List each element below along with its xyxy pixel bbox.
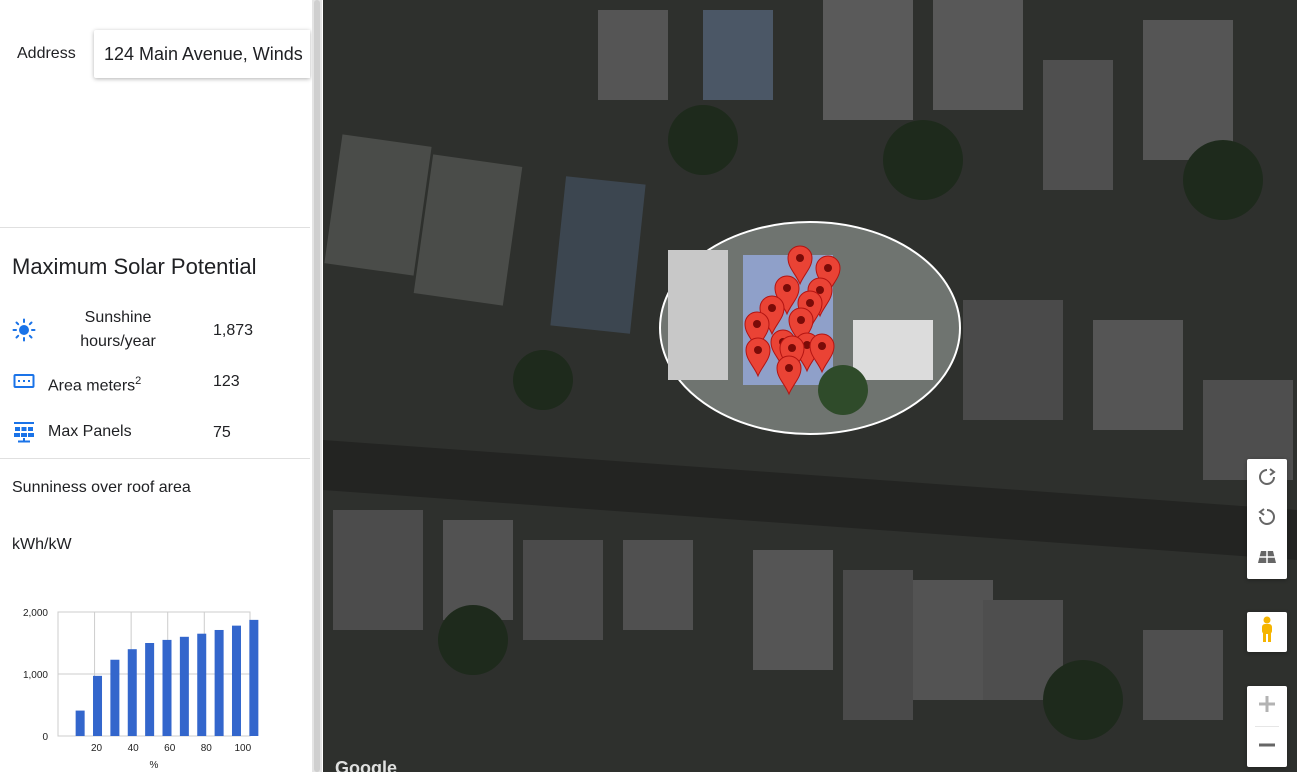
chart-bar [179,636,189,736]
chart-bar [249,619,259,736]
area-label-superscript: 2 [135,375,142,387]
pegman-icon [1259,616,1275,649]
chart-bar [75,710,85,736]
sunniness-title: Sunniness over roof area [12,479,191,496]
resize-grip[interactable] [314,0,320,772]
x-tick-label: 80 [201,743,213,754]
y-tick-label: 1,000 [23,670,48,681]
chart-bar [231,625,241,736]
zoom-in-icon [1258,695,1276,718]
area-label-text: Area meters [48,377,136,395]
rotate-counterclockwise-icon [1258,507,1276,531]
divider [0,227,310,228]
max-panels-value: 75 [213,424,231,441]
sun-icon [12,318,36,342]
zoom-controls [1247,686,1287,767]
rotate-clockwise-button[interactable] [1247,459,1287,499]
address-input[interactable]: 124 Main Avenue, Winds [94,30,310,78]
divider [0,458,310,459]
chart-bar [93,675,103,736]
chart-bar [162,639,172,736]
y-tick-label: 0 [42,732,48,743]
summary-title: Maximum Solar Potential [12,254,257,279]
zoom-in-button[interactable] [1247,686,1287,726]
max-panels-label: Max Panels [48,423,132,440]
sunniness-chart: 0 1,000 2,000 20 40 60 80 100% [23,608,259,771]
panel-resize-handle[interactable] [312,0,322,772]
roof-marker-pin[interactable] [745,337,771,378]
sidebar: Address 124 Main Avenue, Winds Maximum S… [0,0,310,772]
tilt-icon [1257,550,1277,569]
pegman-control [1247,612,1287,652]
chart-bar [214,629,224,736]
x-axis-label: % [150,760,159,771]
x-tick-label: 100 [235,743,252,754]
rotate-clockwise-icon [1258,467,1276,491]
x-tick-label: 20 [91,743,103,754]
street-view-button[interactable] [1247,612,1287,652]
x-tick-label: 40 [128,743,140,754]
sunniness-unit: kWh/kW [12,536,72,553]
rotation-controls [1247,459,1287,579]
roof-marker-pin[interactable] [809,333,835,374]
solar-panel-icon [12,420,36,444]
marker-layer [744,245,841,396]
tilt-button[interactable] [1247,539,1287,579]
rotate-counterclockwise-button[interactable] [1247,499,1287,539]
area-label: Area meters2 [48,369,141,398]
chart-bar [197,633,207,736]
sunshine-value: 1,873 [213,322,254,339]
chart-bar [127,649,137,736]
satellite-map[interactable]: Google [323,0,1297,772]
area-value: 123 [213,373,240,390]
zoom-out-icon [1258,736,1276,759]
zoom-out-button[interactable] [1247,727,1287,767]
google-attribution: Google [335,758,397,772]
chart-bar [145,643,155,736]
chart-bar [110,659,120,736]
sunshine-label: Sunshine hours/year [80,309,156,350]
area-icon [12,369,36,393]
roof-marker-pin[interactable] [776,355,802,396]
y-tick-label: 2,000 [23,608,48,619]
address-label: Address [17,45,76,62]
x-tick-label: 60 [164,743,176,754]
